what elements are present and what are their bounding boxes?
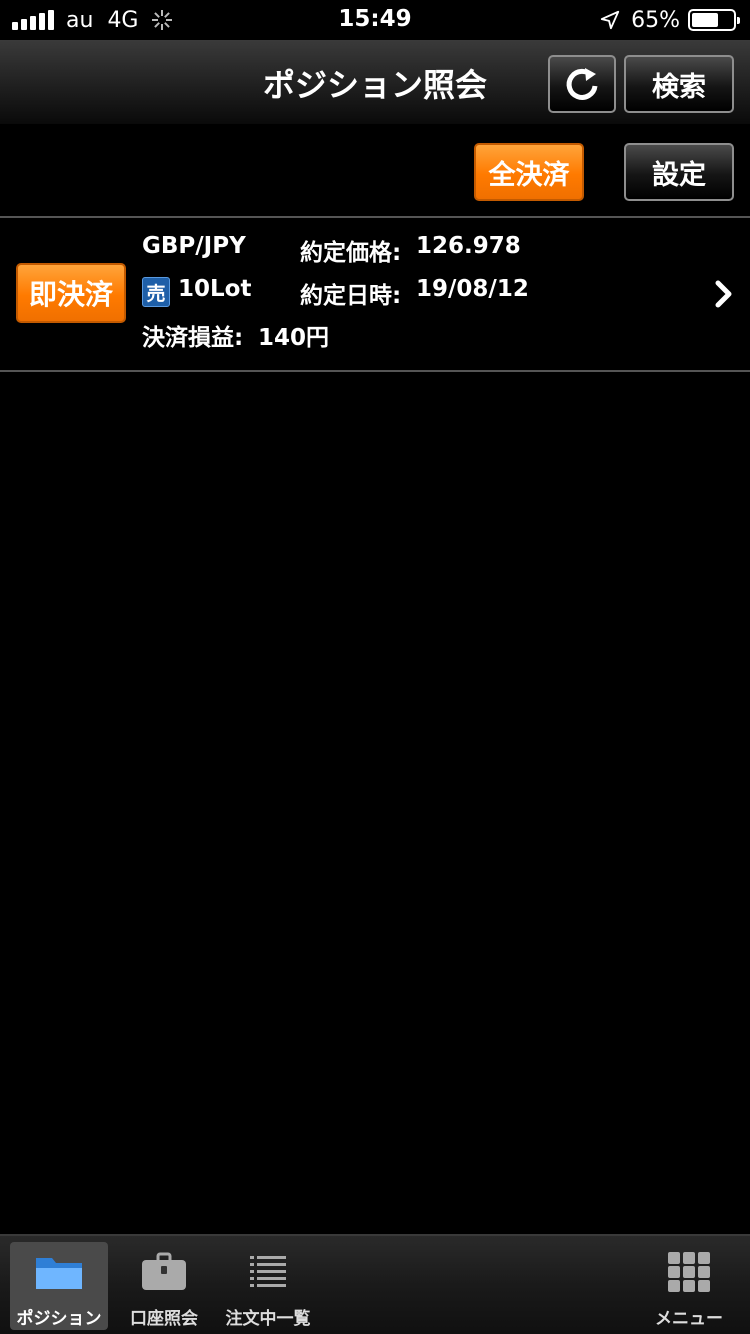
tab-label: 口座照会 [130, 1309, 198, 1329]
tab-label: ポジション [16, 1309, 102, 1329]
battery-icon [688, 9, 740, 31]
refresh-button[interactable] [548, 55, 616, 113]
tab-positions[interactable]: ポジション [10, 1242, 108, 1330]
pl-value: 140円 [258, 325, 330, 351]
list-icon [250, 1256, 286, 1287]
date-value: 19/08/12 [416, 276, 529, 302]
position-row[interactable]: 即決済 GBP/JPY 売 10Lot 決済損益: 140円 約定価格: 126… [0, 219, 750, 371]
settings-button[interactable]: 設定 [624, 143, 734, 201]
folder-icon [36, 1258, 82, 1289]
price-value: 126.978 [416, 233, 521, 259]
tab-label: 注文中一覧 [225, 1309, 311, 1329]
lot-size: 10Lot [178, 276, 252, 302]
tab-menu[interactable]: メニュー [644, 1242, 734, 1330]
close-all-button[interactable]: 全決済 [474, 143, 584, 201]
pl-label: 決済損益: [142, 325, 244, 351]
tab-label: メニュー [655, 1309, 723, 1329]
divider [0, 216, 750, 218]
battery-fill [692, 13, 718, 27]
status-right: 65% [599, 6, 740, 34]
status-bar: au 4G 15:49 65% [0, 0, 750, 40]
location-arrow-icon [600, 10, 620, 30]
battery-percent: 65% [631, 7, 680, 33]
chevron-right-icon[interactable] [712, 279, 736, 309]
grid-icon [668, 1252, 710, 1292]
date-label: 約定日時: [300, 283, 402, 309]
nav-bar: ポジション照会 検索 [0, 40, 750, 124]
refresh-icon [566, 68, 598, 100]
sell-badge: 売 [142, 277, 170, 307]
tab-orders[interactable]: 注文中一覧 [222, 1242, 314, 1330]
price-label: 約定価格: [300, 240, 402, 266]
tab-bar: ポジション 口座照会 注文中一覧 メニュー [0, 1234, 750, 1334]
quick-close-button[interactable]: 即決済 [16, 263, 126, 323]
search-button[interactable]: 検索 [624, 55, 734, 113]
currency-pair: GBP/JPY [142, 233, 246, 259]
tab-account[interactable]: 口座照会 [120, 1242, 208, 1330]
divider [0, 370, 750, 372]
briefcase-icon [142, 1252, 186, 1290]
